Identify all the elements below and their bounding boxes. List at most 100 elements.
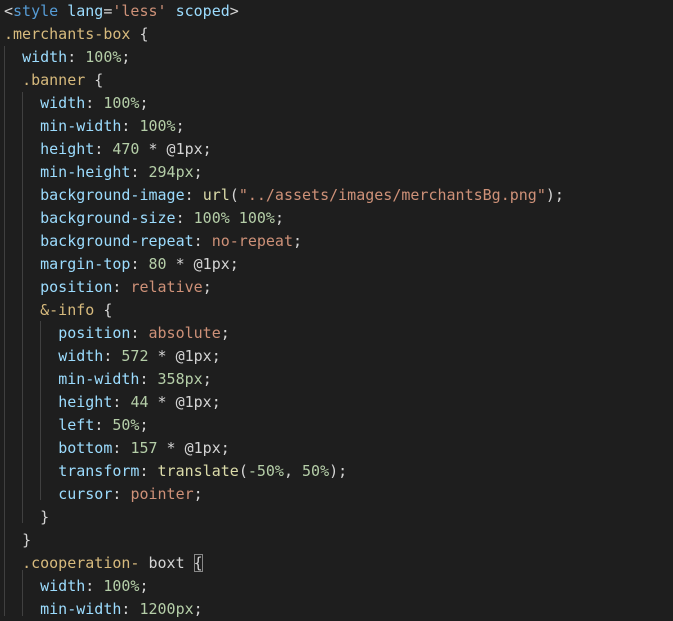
code-line[interactable]: background-repeat: no-repeat; bbox=[4, 230, 302, 253]
code-token: { bbox=[130, 25, 149, 43]
code-line[interactable]: min-height: 294px; bbox=[4, 161, 203, 184]
code-line[interactable]: cursor: pointer; bbox=[4, 483, 203, 506]
code-token: : bbox=[94, 140, 113, 158]
code-token: translate bbox=[157, 462, 239, 480]
code-line[interactable]: transform: translate(-50%, 50%); bbox=[4, 460, 347, 483]
code-line[interactable]: width: 572 * @1px; bbox=[4, 345, 221, 368]
code-token: ; bbox=[293, 232, 303, 250]
code-line[interactable]: position: relative; bbox=[4, 276, 212, 299]
code-token: ; bbox=[139, 94, 149, 112]
code-line[interactable]: } bbox=[4, 529, 31, 552]
code-line[interactable]: width: 100%; bbox=[4, 575, 148, 598]
code-token: 44 bbox=[130, 393, 149, 411]
code-token: } bbox=[40, 508, 50, 526]
code-token: : bbox=[85, 577, 104, 595]
code-token: : bbox=[193, 232, 212, 250]
code-line[interactable]: width: 100%; bbox=[4, 92, 149, 115]
code-line[interactable]: <style lang='less' scoped> bbox=[4, 0, 239, 23]
code-line[interactable]: min-width: 358px; bbox=[4, 368, 212, 391]
code-line[interactable]: min-width: 1200px; bbox=[4, 598, 203, 621]
code-token: min-width bbox=[40, 117, 122, 135]
code-line[interactable]: .banner { bbox=[4, 69, 103, 92]
code-token: : bbox=[112, 485, 131, 503]
code-token: : bbox=[130, 324, 149, 342]
code-line[interactable]: margin-top: 80 * @1px; bbox=[4, 253, 239, 276]
code-token: min-width bbox=[40, 600, 122, 618]
code-line[interactable]: bottom: 157 * @1px; bbox=[4, 437, 230, 460]
code-token: 100% 100% bbox=[193, 209, 275, 227]
code-line[interactable]: width: 100%; bbox=[4, 46, 130, 69]
code-line[interactable]: &-info { bbox=[4, 299, 112, 322]
code-line[interactable]: min-width: 100%; bbox=[4, 115, 185, 138]
code-token: &-info bbox=[40, 301, 95, 319]
code-token: > bbox=[229, 2, 239, 20]
code-line[interactable]: .merchants-box { bbox=[4, 23, 149, 46]
code-token: : bbox=[130, 163, 149, 181]
code-line[interactable]: .cooperation- boxt { bbox=[4, 552, 203, 575]
code-token: width bbox=[58, 347, 104, 365]
code-token: .merchants-box bbox=[4, 25, 131, 43]
code-token: scoped bbox=[175, 2, 230, 20]
code-token: width bbox=[40, 94, 86, 112]
code-token: : bbox=[94, 416, 113, 434]
code-token: , bbox=[283, 462, 303, 480]
code-token: .banner bbox=[22, 71, 86, 89]
code-token: ; bbox=[193, 600, 203, 618]
code-token: no-repeat bbox=[211, 232, 293, 250]
code-token: transform bbox=[58, 462, 140, 480]
code-line[interactable]: left: 50%; bbox=[4, 414, 148, 437]
code-token: 'less' bbox=[112, 2, 167, 20]
code-token: 50% bbox=[112, 416, 140, 434]
code-token: ; bbox=[202, 278, 212, 296]
code-token: : bbox=[112, 439, 131, 457]
code-line[interactable]: } bbox=[4, 506, 49, 529]
code-line[interactable]: background-size: 100% 100%; bbox=[4, 207, 284, 230]
code-token: * @1px; bbox=[148, 347, 221, 365]
code-token: position bbox=[40, 278, 113, 296]
code-editor[interactable]: <style lang='less' scoped> .merchants-box… bbox=[0, 0, 673, 618]
code-token: : bbox=[112, 393, 131, 411]
code-token: -50% bbox=[247, 462, 284, 480]
code-token: : bbox=[103, 347, 122, 365]
code-line[interactable]: background-image: url("../assets/images/… bbox=[4, 184, 564, 207]
code-token: 572 bbox=[121, 347, 149, 365]
code-token: : bbox=[184, 186, 203, 204]
code-token: < bbox=[4, 2, 14, 20]
code-token: position bbox=[58, 324, 131, 342]
code-token: : bbox=[85, 94, 104, 112]
code-token: 1200px bbox=[139, 600, 194, 618]
code-token: height bbox=[40, 140, 95, 158]
code-line[interactable]: position: absolute; bbox=[4, 322, 230, 345]
code-token: ); bbox=[329, 462, 348, 480]
code-token: .cooperation- bbox=[22, 554, 140, 572]
code-line[interactable]: height: 44 * @1px; bbox=[4, 391, 221, 414]
code-token: : bbox=[130, 255, 149, 273]
code-token: 470 bbox=[112, 140, 140, 158]
code-token: url bbox=[202, 186, 230, 204]
code-line[interactable]: height: 470 * @1px; bbox=[4, 138, 212, 161]
code-token: absolute bbox=[148, 324, 221, 342]
code-token: * @1px; bbox=[139, 140, 212, 158]
code-token: left bbox=[58, 416, 95, 434]
code-token: ; bbox=[193, 163, 203, 181]
code-token: background-image bbox=[40, 186, 185, 204]
